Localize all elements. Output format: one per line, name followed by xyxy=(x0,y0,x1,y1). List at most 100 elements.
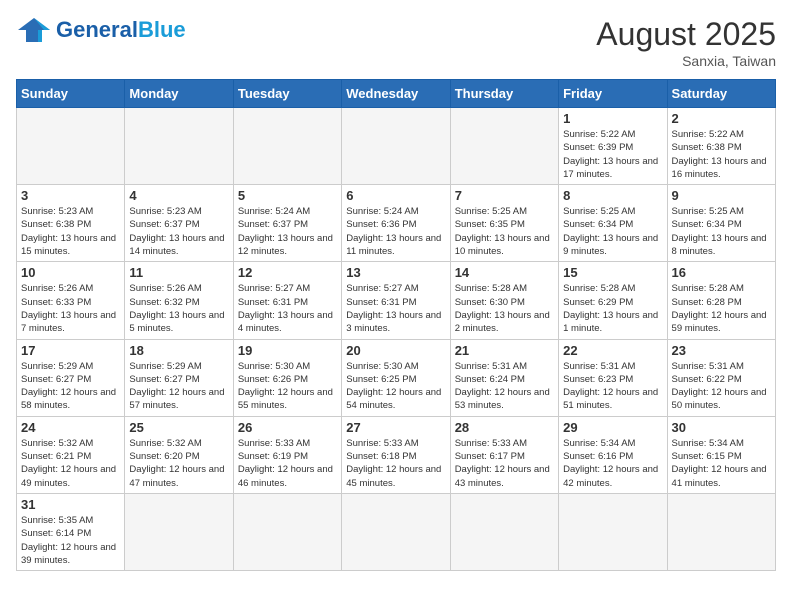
day-number: 20 xyxy=(346,343,445,358)
day-number: 6 xyxy=(346,188,445,203)
day-info: Sunrise: 5:23 AM Sunset: 6:37 PM Dayligh… xyxy=(129,205,228,258)
calendar-week-row: 10 Sunrise: 5:26 AM Sunset: 6:33 PM Dayli… xyxy=(17,262,776,339)
calendar-day-cell: 20 Sunrise: 5:30 AM Sunset: 6:25 PM Dayli… xyxy=(342,339,450,416)
calendar-day-cell: 18Sunrise: 5:29 AM Sunset: 6:27 PM Dayli… xyxy=(125,339,233,416)
day-info: Sunrise: 5:26 AM Sunset: 6:33 PM Dayligh… xyxy=(21,282,120,335)
calendar-day-cell: 24Sunrise: 5:32 AM Sunset: 6:21 PM Dayli… xyxy=(17,416,125,493)
calendar-day-cell: 6 Sunrise: 5:24 AM Sunset: 6:36 PM Daylig… xyxy=(342,185,450,262)
day-info: Sunrise: 5:28 AM Sunset: 6:28 PM Dayligh… xyxy=(672,282,771,335)
month-year-title: August 2025 xyxy=(596,16,776,53)
logo-icon xyxy=(16,16,52,44)
logo-general: General xyxy=(56,17,138,42)
logo: GeneralBlue xyxy=(16,16,186,44)
day-info: Sunrise: 5:24 AM Sunset: 6:36 PM Dayligh… xyxy=(346,205,445,258)
calendar-day-cell xyxy=(450,493,558,570)
calendar-week-row: 31Sunrise: 5:35 AM Sunset: 6:14 PM Dayli… xyxy=(17,493,776,570)
day-info: Sunrise: 5:34 AM Sunset: 6:16 PM Dayligh… xyxy=(563,437,662,490)
calendar-day-cell: 12 Sunrise: 5:27 AM Sunset: 6:31 PM Dayli… xyxy=(233,262,341,339)
day-info: Sunrise: 5:22 AM Sunset: 6:38 PM Dayligh… xyxy=(672,128,771,181)
day-info: Sunrise: 5:31 AM Sunset: 6:24 PM Dayligh… xyxy=(455,360,554,413)
calendar-day-cell: 29Sunrise: 5:34 AM Sunset: 6:16 PM Dayli… xyxy=(559,416,667,493)
calendar-day-cell: 11Sunrise: 5:26 AM Sunset: 6:32 PM Dayli… xyxy=(125,262,233,339)
day-info: Sunrise: 5:34 AM Sunset: 6:15 PM Dayligh… xyxy=(672,437,771,490)
day-info: Sunrise: 5:29 AM Sunset: 6:27 PM Dayligh… xyxy=(129,360,228,413)
day-number: 17 xyxy=(21,343,120,358)
day-number: 31 xyxy=(21,497,120,512)
day-info: Sunrise: 5:25 AM Sunset: 6:35 PM Dayligh… xyxy=(455,205,554,258)
calendar-day-cell xyxy=(342,493,450,570)
calendar-day-cell xyxy=(667,493,775,570)
day-number: 1 xyxy=(563,111,662,126)
day-number: 24 xyxy=(21,420,120,435)
calendar-day-cell xyxy=(233,493,341,570)
calendar-day-cell: 21 Sunrise: 5:31 AM Sunset: 6:24 PM Dayli… xyxy=(450,339,558,416)
calendar-day-header: Sunday xyxy=(17,80,125,108)
day-number: 30 xyxy=(672,420,771,435)
day-info: Sunrise: 5:24 AM Sunset: 6:37 PM Dayligh… xyxy=(238,205,337,258)
calendar-day-cell: 13 Sunrise: 5:27 AM Sunset: 6:31 PM Dayli… xyxy=(342,262,450,339)
calendar-day-cell: 30 Sunrise: 5:34 AM Sunset: 6:15 PM Dayli… xyxy=(667,416,775,493)
day-number: 10 xyxy=(21,265,120,280)
calendar-table: SundayMondayTuesdayWednesdayThursdayFrid… xyxy=(16,79,776,571)
calendar-day-cell: 19 Sunrise: 5:30 AM Sunset: 6:26 PM Dayli… xyxy=(233,339,341,416)
calendar-day-cell: 28Sunrise: 5:33 AM Sunset: 6:17 PM Dayli… xyxy=(450,416,558,493)
calendar-day-cell: 15Sunrise: 5:28 AM Sunset: 6:29 PM Dayli… xyxy=(559,262,667,339)
day-info: Sunrise: 5:25 AM Sunset: 6:34 PM Dayligh… xyxy=(563,205,662,258)
calendar-day-cell: 4Sunrise: 5:23 AM Sunset: 6:37 PM Daylig… xyxy=(125,185,233,262)
calendar-day-cell xyxy=(450,108,558,185)
day-number: 16 xyxy=(672,265,771,280)
calendar-header-row: SundayMondayTuesdayWednesdayThursdayFrid… xyxy=(17,80,776,108)
calendar-day-cell: 22Sunrise: 5:31 AM Sunset: 6:23 PM Dayli… xyxy=(559,339,667,416)
day-number: 21 xyxy=(455,343,554,358)
day-number: 26 xyxy=(238,420,337,435)
calendar-day-cell: 25 Sunrise: 5:32 AM Sunset: 6:20 PM Dayli… xyxy=(125,416,233,493)
day-number: 3 xyxy=(21,188,120,203)
location-subtitle: Sanxia, Taiwan xyxy=(596,53,776,69)
calendar-day-cell xyxy=(17,108,125,185)
calendar-day-cell: 10 Sunrise: 5:26 AM Sunset: 6:33 PM Dayli… xyxy=(17,262,125,339)
calendar-day-cell: 27Sunrise: 5:33 AM Sunset: 6:18 PM Dayli… xyxy=(342,416,450,493)
calendar-day-cell: 5Sunrise: 5:24 AM Sunset: 6:37 PM Daylig… xyxy=(233,185,341,262)
calendar-day-cell xyxy=(559,493,667,570)
day-info: Sunrise: 5:33 AM Sunset: 6:19 PM Dayligh… xyxy=(238,437,337,490)
day-number: 14 xyxy=(455,265,554,280)
day-number: 22 xyxy=(563,343,662,358)
calendar-day-header: Monday xyxy=(125,80,233,108)
calendar-day-cell: 8 Sunrise: 5:25 AM Sunset: 6:34 PM Daylig… xyxy=(559,185,667,262)
calendar-day-cell: 2Sunrise: 5:22 AM Sunset: 6:38 PM Daylig… xyxy=(667,108,775,185)
day-info: Sunrise: 5:33 AM Sunset: 6:18 PM Dayligh… xyxy=(346,437,445,490)
day-number: 7 xyxy=(455,188,554,203)
calendar-day-cell: 17Sunrise: 5:29 AM Sunset: 6:27 PM Dayli… xyxy=(17,339,125,416)
day-number: 13 xyxy=(346,265,445,280)
calendar-day-cell: 1 Sunrise: 5:22 AM Sunset: 6:39 PM Daylig… xyxy=(559,108,667,185)
day-info: Sunrise: 5:32 AM Sunset: 6:20 PM Dayligh… xyxy=(129,437,228,490)
calendar-day-header: Thursday xyxy=(450,80,558,108)
calendar-week-row: 24Sunrise: 5:32 AM Sunset: 6:21 PM Dayli… xyxy=(17,416,776,493)
calendar-day-cell xyxy=(125,493,233,570)
day-number: 19 xyxy=(238,343,337,358)
day-info: Sunrise: 5:27 AM Sunset: 6:31 PM Dayligh… xyxy=(238,282,337,335)
day-info: Sunrise: 5:27 AM Sunset: 6:31 PM Dayligh… xyxy=(346,282,445,335)
day-info: Sunrise: 5:25 AM Sunset: 6:34 PM Dayligh… xyxy=(672,205,771,258)
title-block: August 2025 Sanxia, Taiwan xyxy=(596,16,776,69)
day-info: Sunrise: 5:22 AM Sunset: 6:39 PM Dayligh… xyxy=(563,128,662,181)
day-number: 12 xyxy=(238,265,337,280)
calendar-day-cell: 7 Sunrise: 5:25 AM Sunset: 6:35 PM Daylig… xyxy=(450,185,558,262)
day-info: Sunrise: 5:30 AM Sunset: 6:25 PM Dayligh… xyxy=(346,360,445,413)
day-info: Sunrise: 5:26 AM Sunset: 6:32 PM Dayligh… xyxy=(129,282,228,335)
day-number: 25 xyxy=(129,420,228,435)
day-info: Sunrise: 5:30 AM Sunset: 6:26 PM Dayligh… xyxy=(238,360,337,413)
day-number: 8 xyxy=(563,188,662,203)
calendar-day-cell xyxy=(342,108,450,185)
calendar-day-cell xyxy=(233,108,341,185)
calendar-day-cell: 14 Sunrise: 5:28 AM Sunset: 6:30 PM Dayli… xyxy=(450,262,558,339)
day-info: Sunrise: 5:31 AM Sunset: 6:22 PM Dayligh… xyxy=(672,360,771,413)
calendar-week-row: 3Sunrise: 5:23 AM Sunset: 6:38 PM Daylig… xyxy=(17,185,776,262)
calendar-day-header: Saturday xyxy=(667,80,775,108)
day-info: Sunrise: 5:28 AM Sunset: 6:30 PM Dayligh… xyxy=(455,282,554,335)
calendar-day-cell xyxy=(125,108,233,185)
day-info: Sunrise: 5:33 AM Sunset: 6:17 PM Dayligh… xyxy=(455,437,554,490)
day-number: 23 xyxy=(672,343,771,358)
page-header: GeneralBlue August 2025 Sanxia, Taiwan xyxy=(16,16,776,69)
calendar-day-cell: 16 Sunrise: 5:28 AM Sunset: 6:28 PM Dayli… xyxy=(667,262,775,339)
